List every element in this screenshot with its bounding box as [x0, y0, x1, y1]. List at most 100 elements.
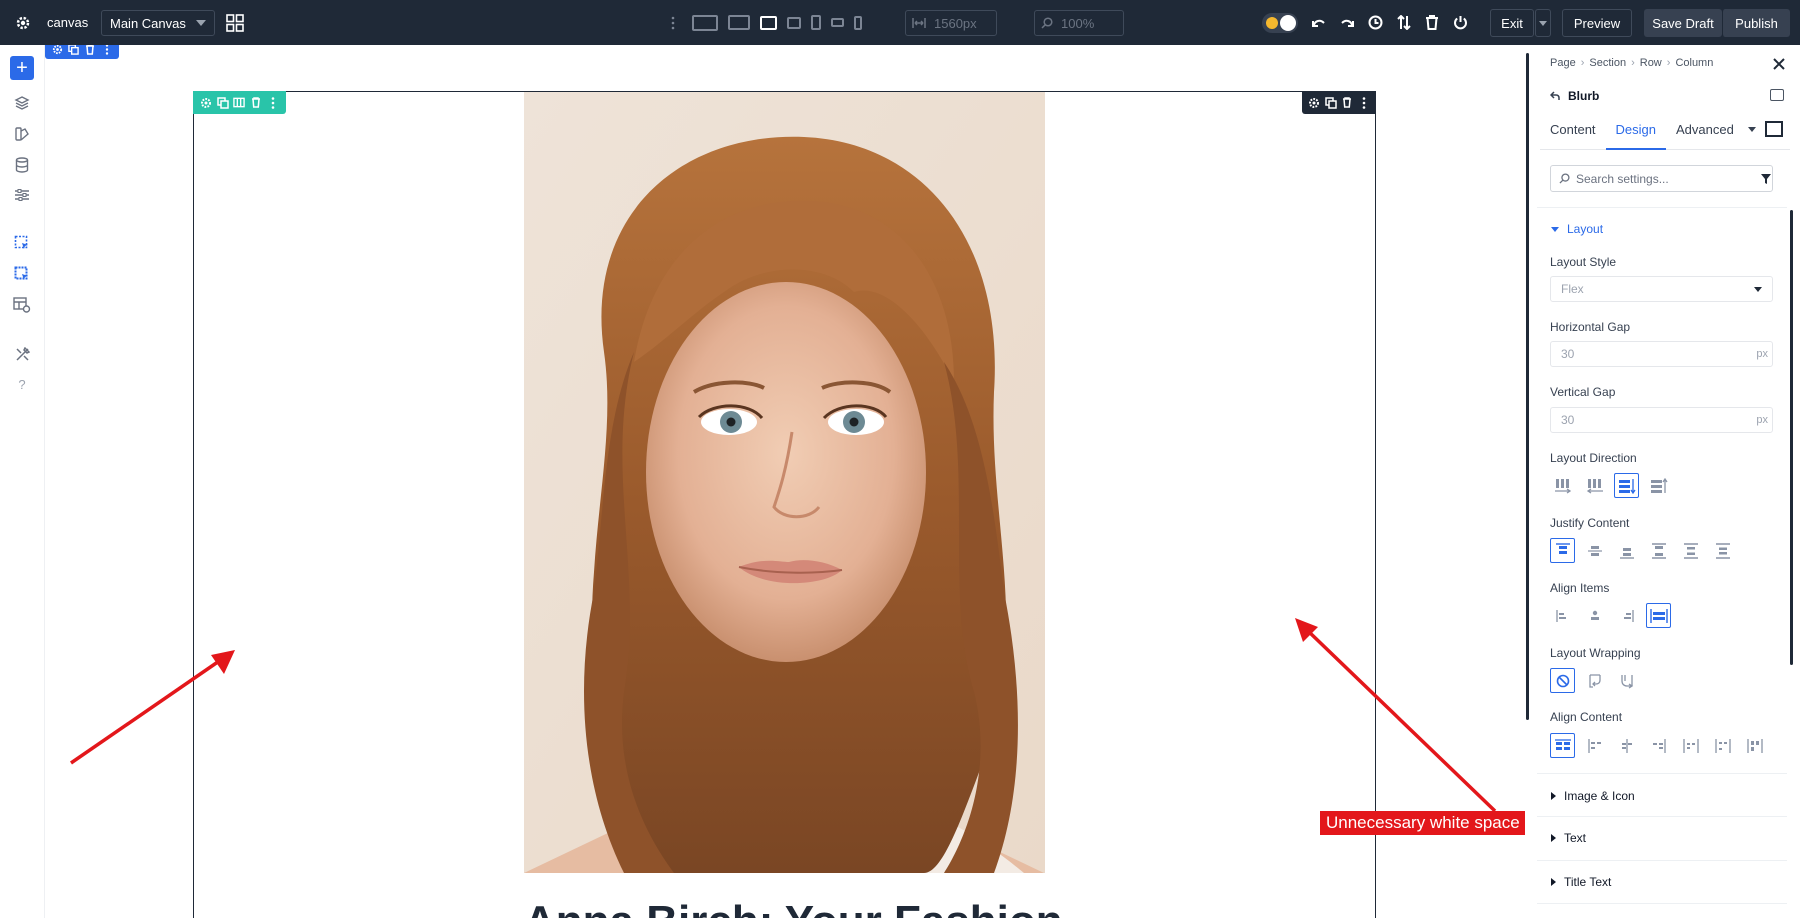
layout-settings-icon[interactable]: [12, 295, 32, 315]
align-content-space-around-icon[interactable]: [1678, 733, 1703, 758]
module-trash-icon[interactable]: [1341, 97, 1353, 109]
align-content-stretch-icon[interactable]: [1742, 733, 1767, 758]
section-trash-icon[interactable]: [84, 45, 96, 56]
section-more-icon[interactable]: [101, 45, 113, 56]
breadcrumb-column[interactable]: Column: [1675, 57, 1713, 69]
pages-select-icon[interactable]: [12, 264, 32, 284]
align-content-space-evenly-icon[interactable]: [1710, 733, 1735, 758]
align-content-start-icon[interactable]: [1550, 733, 1575, 758]
tabs-more-chevron-icon[interactable]: [1748, 127, 1756, 132]
layout-style-select[interactable]: Flex: [1550, 276, 1773, 302]
align-end-icon[interactable]: [1614, 603, 1639, 628]
blurb-title[interactable]: Anna Birch: Your Fashion: [524, 897, 1063, 918]
justify-center-icon[interactable]: [1582, 538, 1607, 563]
module-duplicate-icon[interactable]: [1325, 96, 1337, 109]
align-content-end-icon[interactable]: [1614, 733, 1639, 758]
page-select-icon[interactable]: [12, 233, 32, 253]
wrap-reverse-icon[interactable]: [1614, 668, 1639, 693]
power-icon[interactable]: [1453, 15, 1468, 30]
desktop-icon[interactable]: [728, 15, 750, 30]
row-more-icon[interactable]: [267, 96, 279, 109]
database-icon[interactable]: [12, 155, 32, 175]
vertical-gap-input[interactable]: 30 px: [1550, 407, 1773, 433]
undo-icon[interactable]: [1312, 16, 1326, 30]
direction-column-reverse-icon[interactable]: [1646, 473, 1671, 498]
settings-gear-icon[interactable]: [14, 0, 32, 45]
sort-arrows-icon[interactable]: [1397, 15, 1411, 30]
close-icon[interactable]: [1772, 57, 1786, 71]
title-text-group-header[interactable]: Title Text: [1551, 875, 1611, 889]
justify-space-evenly-icon[interactable]: [1710, 538, 1735, 563]
redo-icon[interactable]: [1340, 16, 1354, 30]
breadcrumb-section[interactable]: Section: [1589, 57, 1626, 69]
breadcrumb-row[interactable]: Row: [1640, 57, 1662, 69]
justify-space-around-icon[interactable]: [1678, 538, 1703, 563]
justify-space-between-icon[interactable]: [1646, 538, 1671, 563]
row-settings-gear-icon[interactable]: [200, 97, 212, 109]
theme-icon[interactable]: [12, 124, 32, 144]
module-more-icon[interactable]: [1358, 96, 1370, 109]
desktop-wide-icon[interactable]: [692, 14, 718, 31]
blurb-portrait-image[interactable]: [524, 92, 1045, 873]
sliders-icon[interactable]: [12, 185, 32, 205]
trash-icon[interactable]: [1425, 15, 1439, 30]
panel-options-icon[interactable]: [1770, 89, 1784, 101]
no-wrap-icon[interactable]: [1550, 668, 1575, 693]
save-draft-button[interactable]: Save Draft: [1644, 9, 1722, 37]
panel-layout-toggle-icon[interactable]: [1765, 121, 1783, 137]
align-center-icon[interactable]: [1582, 603, 1607, 628]
tab-content[interactable]: Content: [1540, 113, 1606, 150]
help-icon[interactable]: ?: [12, 374, 32, 394]
horizontal-gap-unit[interactable]: px: [1756, 348, 1768, 360]
image-icon-group-header[interactable]: Image & Icon: [1551, 789, 1635, 803]
history-icon[interactable]: [1368, 15, 1383, 30]
exit-button[interactable]: Exit: [1490, 9, 1534, 37]
direction-column-icon[interactable]: [1614, 473, 1639, 498]
phone-icon[interactable]: [854, 15, 862, 30]
publish-button[interactable]: Publish: [1722, 9, 1790, 37]
zoom-input[interactable]: 100%: [1034, 10, 1124, 36]
direction-row-reverse-icon[interactable]: [1582, 473, 1607, 498]
filter-icon[interactable]: [1760, 172, 1772, 190]
align-stretch-icon[interactable]: [1646, 603, 1671, 628]
phone-landscape-icon[interactable]: [831, 18, 844, 27]
align-content-space-between-icon[interactable]: [1646, 733, 1671, 758]
canvas-width-input[interactable]: 1560px: [905, 10, 997, 36]
justify-end-icon[interactable]: [1614, 538, 1639, 563]
wrap-icon[interactable]: [1582, 668, 1607, 693]
search-settings-input[interactable]: Search settings...: [1550, 165, 1773, 192]
panel-resize-handle[interactable]: [1526, 53, 1529, 720]
horizontal-gap-input[interactable]: 30 px: [1550, 341, 1773, 367]
tab-design[interactable]: Design: [1605, 113, 1667, 150]
tab-advanced[interactable]: Advanced: [1666, 113, 1744, 150]
row-trash-icon[interactable]: [250, 97, 262, 109]
panel-scrollbar[interactable]: [1790, 210, 1793, 665]
row-columns-icon[interactable]: [233, 97, 246, 109]
section-settings-gear-icon[interactable]: [51, 45, 63, 56]
tools-icon[interactable]: [12, 344, 32, 364]
layout-group-header[interactable]: Layout: [1551, 222, 1603, 236]
section-duplicate-icon[interactable]: [68, 45, 80, 56]
more-vertical-icon[interactable]: [671, 0, 675, 45]
breadcrumb-page[interactable]: Page: [1550, 57, 1576, 69]
canvas-select[interactable]: Main Canvas: [101, 10, 215, 36]
exit-options-button[interactable]: [1535, 9, 1551, 37]
layers-icon[interactable]: [12, 93, 32, 113]
laptop-icon[interactable]: [760, 15, 777, 30]
align-content-center-icon[interactable]: [1582, 733, 1607, 758]
row-duplicate-icon[interactable]: [217, 96, 229, 109]
grid-view-icon[interactable]: [226, 0, 244, 45]
preview-button[interactable]: Preview: [1562, 9, 1632, 37]
theme-toggle[interactable]: [1262, 12, 1298, 33]
vertical-gap-unit[interactable]: px: [1756, 414, 1768, 426]
justify-start-icon[interactable]: [1550, 538, 1575, 563]
tablet-landscape-icon[interactable]: [787, 16, 801, 29]
module-settings-gear-icon[interactable]: [1308, 97, 1320, 109]
direction-row-icon[interactable]: [1550, 473, 1575, 498]
back-arrow-icon[interactable]: [1550, 91, 1560, 101]
align-start-icon[interactable]: [1550, 603, 1575, 628]
tablet-icon[interactable]: [811, 15, 821, 30]
text-group-header[interactable]: Text: [1551, 831, 1586, 845]
add-icon[interactable]: +: [10, 56, 34, 80]
builder-canvas[interactable]: Anna Birch: Your Fashion Unnecessary whi…: [45, 45, 1525, 918]
